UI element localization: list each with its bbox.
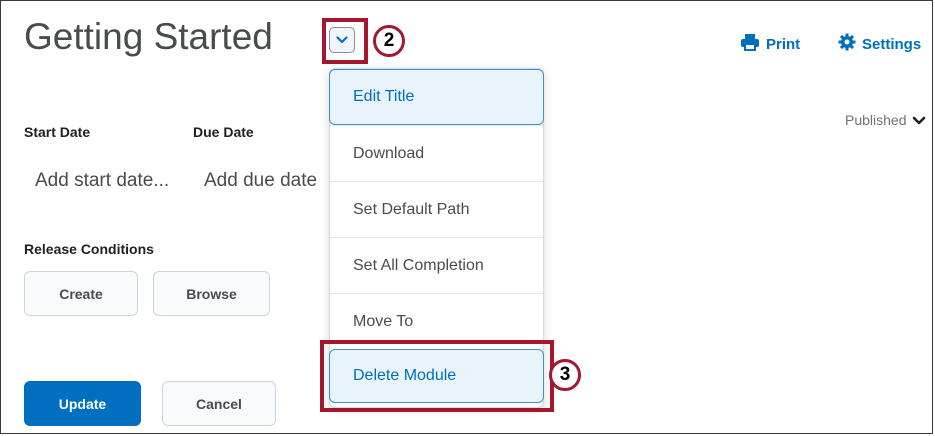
callout-step-3: 3 <box>549 359 581 391</box>
publish-status-dropdown[interactable]: Published <box>845 112 926 128</box>
due-date-label: Due Date <box>193 124 254 140</box>
update-button[interactable]: Update <box>24 381 141 426</box>
module-actions-menu: Edit Title Download Set Default Path Set… <box>329 68 544 408</box>
page-title: Getting Started <box>24 16 273 57</box>
menu-item-set-default-path[interactable]: Set Default Path <box>330 181 543 237</box>
menu-item-move-to[interactable]: Move To <box>330 293 543 349</box>
gear-icon <box>838 33 856 55</box>
menu-item-download[interactable]: Download <box>330 125 543 181</box>
callout-step-2: 2 <box>373 25 405 57</box>
start-date-label: Start Date <box>24 124 91 140</box>
status-label: Published <box>845 112 907 128</box>
browse-button[interactable]: Browse <box>153 271 270 316</box>
settings-label: Settings <box>862 35 922 53</box>
cancel-button[interactable]: Cancel <box>162 381 276 426</box>
printer-icon <box>740 33 760 55</box>
create-button[interactable]: Create <box>24 271 138 316</box>
print-label: Print <box>766 35 801 53</box>
menu-item-edit-title[interactable]: Edit Title <box>329 69 544 125</box>
release-conditions-label: Release Conditions <box>24 241 154 257</box>
menu-item-delete-module[interactable]: Delete Module <box>329 349 544 403</box>
due-date-field[interactable]: Add due date <box>204 170 328 192</box>
menu-item-set-all-completion[interactable]: Set All Completion <box>330 237 543 293</box>
chevron-down-icon <box>336 31 348 49</box>
start-date-field[interactable]: Add start date... <box>35 170 169 192</box>
chevron-down-icon <box>912 112 926 128</box>
print-link[interactable]: Print <box>740 33 800 55</box>
settings-link[interactable]: Settings <box>838 33 921 55</box>
title-dropdown-button[interactable] <box>329 27 355 53</box>
